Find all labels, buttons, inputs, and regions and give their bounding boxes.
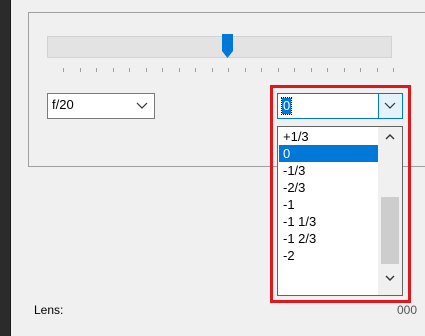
- exposure-option[interactable]: -2: [279, 247, 380, 264]
- aperture-value: f/20: [52, 97, 74, 112]
- slider-tick: [294, 68, 295, 72]
- slider-tick: [178, 68, 180, 72]
- exposure-slider-thumb[interactable]: [222, 34, 233, 58]
- lens-label: Lens:: [34, 303, 64, 317]
- slider-tick: [162, 68, 163, 72]
- scroll-up-icon[interactable]: [385, 133, 395, 141]
- exposure-option[interactable]: -1 2/3: [279, 230, 380, 247]
- list-scrollbar[interactable]: [378, 127, 402, 295]
- exposure-dropdown-button[interactable]: [378, 94, 402, 118]
- slider-tick: [277, 68, 279, 72]
- slider-ticks: [63, 68, 394, 74]
- slider-tick: [261, 68, 262, 72]
- scrollbar-thumb[interactable]: [381, 197, 399, 264]
- slider-tick: [211, 68, 213, 72]
- slider-tick: [360, 68, 361, 72]
- exposure-option[interactable]: 0: [279, 145, 380, 162]
- slider-tick: [310, 68, 312, 72]
- exposure-slider-track[interactable]: [47, 36, 392, 58]
- slider-tick: [79, 68, 81, 72]
- slider-tick: [129, 68, 130, 72]
- slider-tick: [343, 68, 345, 72]
- exposure-option[interactable]: -1: [279, 196, 380, 213]
- lens-value: 000: [397, 303, 418, 317]
- exposure-combo[interactable]: 0: [277, 93, 403, 119]
- slider-tick: [393, 68, 394, 72]
- slider-tick: [145, 68, 147, 72]
- exposure-option[interactable]: -2/3: [279, 179, 380, 196]
- exposure-dropdown-list: +1/3 0 -1/3 -2/3 -1 -1 1/3 -1 2/3 -2: [277, 126, 403, 296]
- slider-tick: [195, 68, 196, 72]
- scroll-down-icon[interactable]: [385, 274, 395, 282]
- slider-tick: [63, 68, 64, 72]
- slider-tick: [96, 68, 97, 72]
- aperture-combo[interactable]: f/20: [47, 93, 155, 119]
- slider-tick: [327, 68, 328, 72]
- exposure-option[interactable]: -1 1/3: [279, 213, 380, 230]
- exposure-option[interactable]: -1/3: [279, 162, 380, 179]
- slider-tick: [244, 68, 246, 72]
- exposure-value[interactable]: 0: [280, 97, 293, 115]
- chevron-down-icon: [384, 102, 396, 109]
- slider-tick: [376, 68, 378, 72]
- chevron-down-icon: [136, 102, 148, 109]
- exposure-option[interactable]: +1/3: [279, 128, 380, 145]
- slider-tick: [228, 68, 229, 72]
- slider-tick: [112, 68, 114, 72]
